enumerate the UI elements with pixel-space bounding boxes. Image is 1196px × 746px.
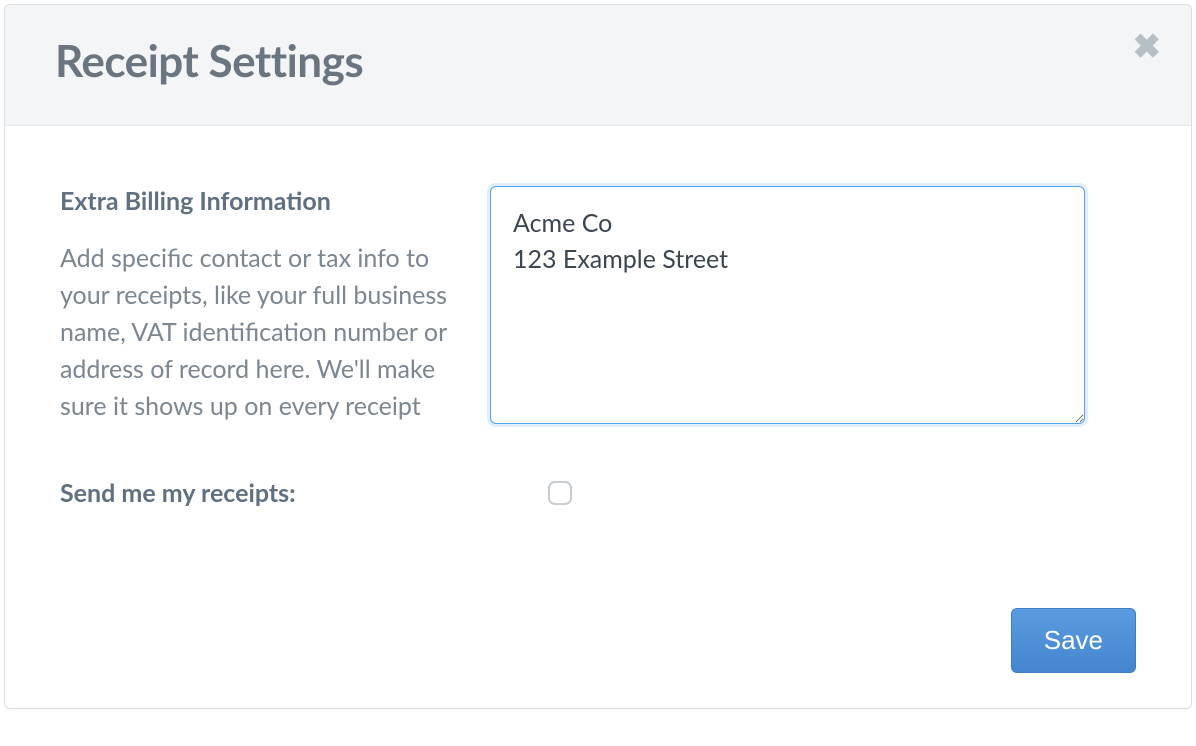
- save-button[interactable]: Save: [1011, 608, 1136, 673]
- billing-info-textarea[interactable]: [490, 186, 1085, 424]
- billing-info-title: Extra Billing Information: [60, 186, 450, 216]
- modal-footer: Save: [5, 608, 1191, 708]
- billing-info-row: Extra Billing Information Add specific c…: [60, 186, 1136, 428]
- send-receipts-label: Send me my receipts:: [60, 478, 490, 508]
- modal-title: Receipt Settings: [55, 35, 1141, 87]
- receipt-settings-modal: Receipt Settings ✖ Extra Billing Informa…: [4, 4, 1192, 709]
- modal-body: Extra Billing Information Add specific c…: [5, 126, 1191, 608]
- send-receipts-checkbox[interactable]: [548, 481, 572, 505]
- modal-header: Receipt Settings ✖: [5, 5, 1191, 126]
- billing-info-input-col: [490, 186, 1136, 428]
- close-icon[interactable]: ✖: [1133, 29, 1162, 63]
- send-receipts-row: Send me my receipts:: [60, 478, 1136, 508]
- billing-info-description: Add specific contact or tax info to your…: [60, 240, 450, 425]
- billing-info-label-col: Extra Billing Information Add specific c…: [60, 186, 490, 428]
